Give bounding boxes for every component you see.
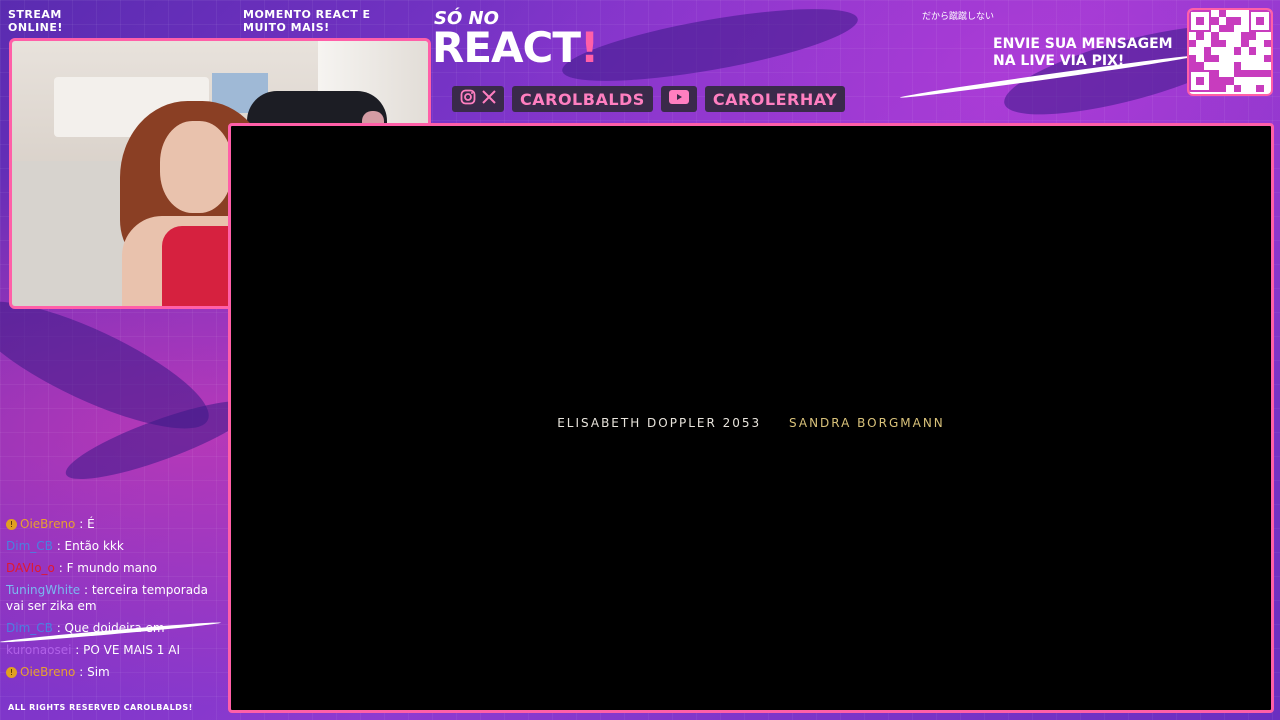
credit-name: SANDRA BORGMANN: [789, 416, 945, 430]
chat-username[interactable]: TuningWhite: [6, 583, 80, 597]
social-handles: CAROLBALDS CAROLERHAY: [452, 86, 846, 112]
chat-message: ! OieBreno : Sim: [0, 662, 222, 684]
qr-module: [1263, 54, 1271, 63]
qr-module: [1218, 24, 1227, 33]
qr-module: [1189, 54, 1197, 63]
qr-module: [1226, 17, 1234, 25]
chat-text: : É: [79, 517, 95, 531]
qr-module: [1196, 62, 1204, 70]
chat-message: TuningWhite : terceira temporada vai ser…: [0, 580, 222, 618]
chat-message: kuronaosei : PO VE MAIS 1 AI: [0, 640, 222, 662]
qr-module: [1233, 69, 1242, 78]
qr-module: [1263, 69, 1271, 78]
chat-username[interactable]: DAVIo_o: [6, 561, 55, 575]
chat-text: : Sim: [79, 665, 110, 679]
streamer-face: [160, 121, 232, 213]
qr-module: [1211, 69, 1219, 78]
youtube-chip: [660, 86, 697, 112]
instagram-icon: [460, 89, 476, 109]
video-credits: ELISABETH DOPPLER 2053 SANDRA BORGMANN: [231, 416, 1271, 430]
chat-username[interactable]: Dim_CB: [6, 621, 53, 635]
chat-text: : F mundo mano: [58, 561, 157, 575]
qr-module: [1233, 62, 1242, 70]
chat-username[interactable]: OieBreno: [20, 665, 75, 679]
x-icon: [482, 90, 496, 108]
qr-module: [1218, 39, 1227, 48]
social-handle-chip: CAROLBALDS: [512, 86, 653, 112]
qr-module: [1263, 39, 1271, 48]
social-handle: CAROLERHAY: [712, 89, 838, 109]
qr-finder-center: [1196, 77, 1204, 85]
qr-module: [1189, 62, 1197, 70]
qr-finder-center: [1196, 17, 1204, 25]
qr-module: [1233, 47, 1242, 55]
qr-module: [1211, 39, 1219, 48]
chat-message: Dim_CB : Que doideira em: [0, 618, 222, 640]
youtube-icon: [668, 90, 689, 108]
qr-module: [1211, 32, 1219, 40]
qr-module: [1248, 69, 1257, 78]
chat-username[interactable]: kuronaosei: [6, 643, 71, 657]
qr-module: [1248, 47, 1257, 55]
qr-module: [1226, 77, 1234, 85]
qr-module: [1203, 47, 1212, 55]
stream-online-label: STREAM ONLINE!: [8, 8, 63, 34]
qr-module: [1233, 84, 1242, 92]
title-main: REACT: [432, 23, 581, 72]
qr-module: [1203, 54, 1212, 63]
momento-react-label: MOMENTO REACT E MUITO MAIS!: [243, 8, 371, 34]
chat-message: Dim_CB : Então kkk: [0, 536, 222, 558]
chat-username[interactable]: OieBreno: [20, 517, 75, 531]
title-react: REACT!: [432, 23, 599, 72]
subscriber-badge-icon: !: [6, 519, 17, 530]
qr-module: [1218, 77, 1227, 85]
footer-copyright: ALL RIGHTS RESERVED CAROLBALDS!: [8, 703, 193, 712]
qr-module: [1241, 69, 1249, 78]
japanese-text: だから蹴蹴しない: [922, 12, 995, 22]
qr-module: [1211, 84, 1219, 92]
chat-username[interactable]: Dim_CB: [6, 539, 53, 553]
qr-module: [1256, 84, 1264, 92]
chat-message: ! OieBreno : É: [0, 514, 222, 536]
chat-text: : Então kkk: [56, 539, 124, 553]
qr-module: [1211, 54, 1219, 63]
qr-module: [1248, 32, 1257, 40]
video-player[interactable]: ELISABETH DOPPLER 2053 SANDRA BORGMANN: [228, 123, 1274, 713]
chat-panel: ! OieBreno : É Dim_CB : Então kkk DAVIo_o…: [0, 514, 222, 684]
chat-text: : PO VE MAIS 1 AI: [75, 643, 180, 657]
qr-finder-center: [1256, 17, 1264, 25]
qr-module: [1218, 84, 1227, 92]
social-icons-chip: [452, 86, 504, 112]
qr-module: [1196, 32, 1204, 40]
qr-module: [1233, 17, 1242, 25]
title-bang: !: [580, 23, 599, 72]
qr-module: [1189, 39, 1197, 48]
credit-role: ELISABETH DOPPLER 2053: [557, 416, 762, 430]
qr-module: [1211, 77, 1219, 85]
qr-module: [1241, 39, 1249, 48]
qr-module: [1211, 17, 1219, 25]
chat-message: DAVIo_o : F mundo mano: [0, 558, 222, 580]
qr-module: [1241, 32, 1249, 40]
chat-text: : Que doideira em: [56, 621, 165, 635]
pix-qr-code: [1187, 8, 1273, 96]
qr-module: [1226, 24, 1234, 33]
pix-message: ENVIE SUA MENSAGEM NA LIVE VIA PIX!: [993, 36, 1173, 69]
social-handle: CAROLBALDS: [520, 89, 645, 109]
subscriber-badge-icon: !: [6, 667, 17, 678]
social-handle-chip: CAROLERHAY: [704, 86, 846, 112]
qr-module: [1256, 69, 1264, 78]
qr-module: [1218, 10, 1227, 18]
